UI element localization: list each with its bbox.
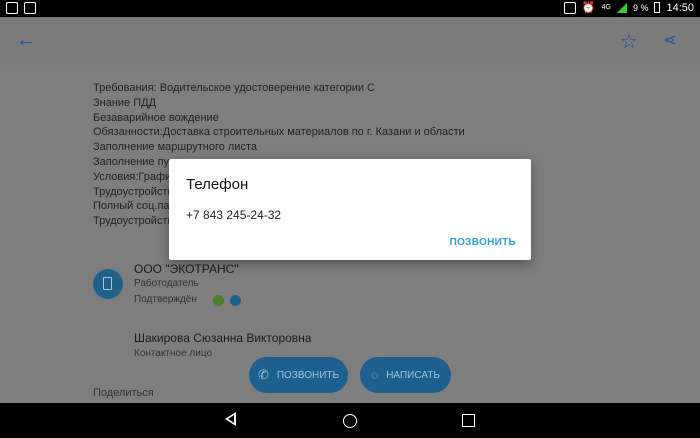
cast-icon [563,1,576,14]
clock: 14:50 [666,1,694,14]
call-button[interactable]: ✆ ПОЗВОНИТЬ [249,357,348,393]
nav-back-icon[interactable] [225,412,236,426]
share-icon[interactable]: ⋖ [663,30,676,50]
navigation-bar [0,403,700,438]
detail-line: Безаварийное вождение [93,111,219,124]
dialog-title: Телефон [186,176,249,193]
detail-line: Обязанности:Доставка строительных матери… [93,126,465,139]
dialog-call-button[interactable]: ПОЗВОНИТЬ [450,237,516,248]
signal-icon [616,2,627,13]
verified-label: Подтверждён [134,294,197,305]
nav-home-icon[interactable] [343,414,357,428]
email-verified-icon [230,295,241,306]
employer-role: Работодатель [134,278,199,289]
detail-line: Заполнение маршрутного листа [93,141,257,154]
message-icon [6,2,18,14]
phone-verified-icon [213,295,224,306]
detail-line: Требования: Водительское удостоверение к… [93,82,376,94]
document-icon [103,277,112,290]
battery-icon [654,2,661,13]
contact-name: Шакирова Сюзанна Викторовна [134,331,312,345]
write-button-label: НАПИСАТЬ [386,369,440,381]
chat-icon: ◌ [371,368,379,382]
network-type: 4G [601,4,611,11]
alarm-icon: ⏰ [581,2,596,14]
employer-name: ООО "ЭКОТРАНС" [134,262,239,276]
favorite-star-icon[interactable]: ☆ [620,29,638,54]
call-button-label: ПОЗВОНИТЬ [276,369,340,381]
battery-level: 9 % [632,2,649,13]
employer-avatar [93,269,123,299]
detail-line: Знание ПДД [93,96,157,109]
contact-role: Контактное лицо [134,348,213,359]
gallery-icon [24,2,36,14]
share-label: Поделиться [93,387,154,399]
write-button[interactable]: ◌ НАПИСАТЬ [360,357,451,393]
dialog-phone-number: +7 843 245-24-32 [186,208,282,222]
back-arrow-icon[interactable]: ← [16,29,36,52]
app-bar: ← ☆ ⋖ [0,17,700,65]
phone-dialog: Телефон +7 843 245-24-32 ПОЗВОНИТЬ [169,159,531,260]
nav-recents-icon[interactable] [462,414,475,427]
status-bar: ⏰ 4G 9 % 14:50 [0,0,700,17]
phone-icon: ✆ [257,367,269,382]
